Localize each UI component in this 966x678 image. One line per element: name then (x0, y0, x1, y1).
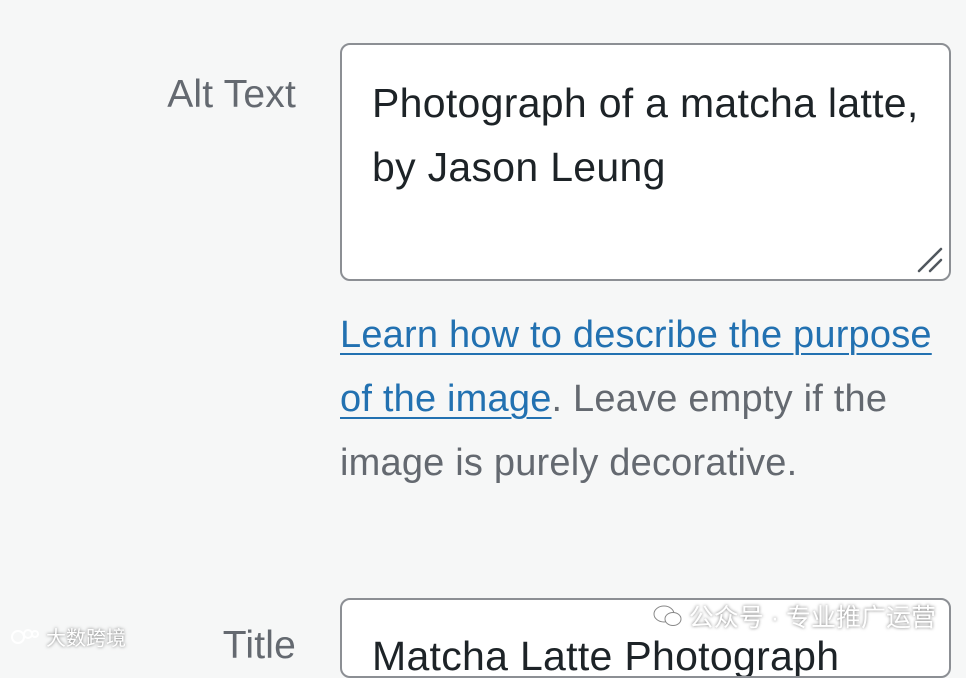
resize-handle-icon[interactable] (911, 241, 945, 275)
alt-text-label: Alt Text (167, 73, 296, 116)
wechat-icon (653, 605, 682, 626)
watermark-left: 大数跨境 (10, 622, 126, 651)
alt-text-value: Photograph of a matcha latte, by Jason L… (372, 80, 919, 190)
watermark-right: 公众号 · 专业推广运营 (653, 598, 936, 634)
alt-text-textarea[interactable]: Photograph of a matcha latte, by Jason L… (340, 43, 951, 281)
brand-logo-icon (11, 628, 39, 644)
watermark-left-text: 大数跨境 (46, 628, 126, 650)
watermark-right-text: 公众号 · 专业推广运营 (688, 604, 936, 632)
title-value: Matcha Latte Photograph (372, 633, 840, 678)
alt-text-help: Learn how to describe the purpose of the… (340, 303, 940, 495)
title-label: Title (222, 624, 296, 667)
